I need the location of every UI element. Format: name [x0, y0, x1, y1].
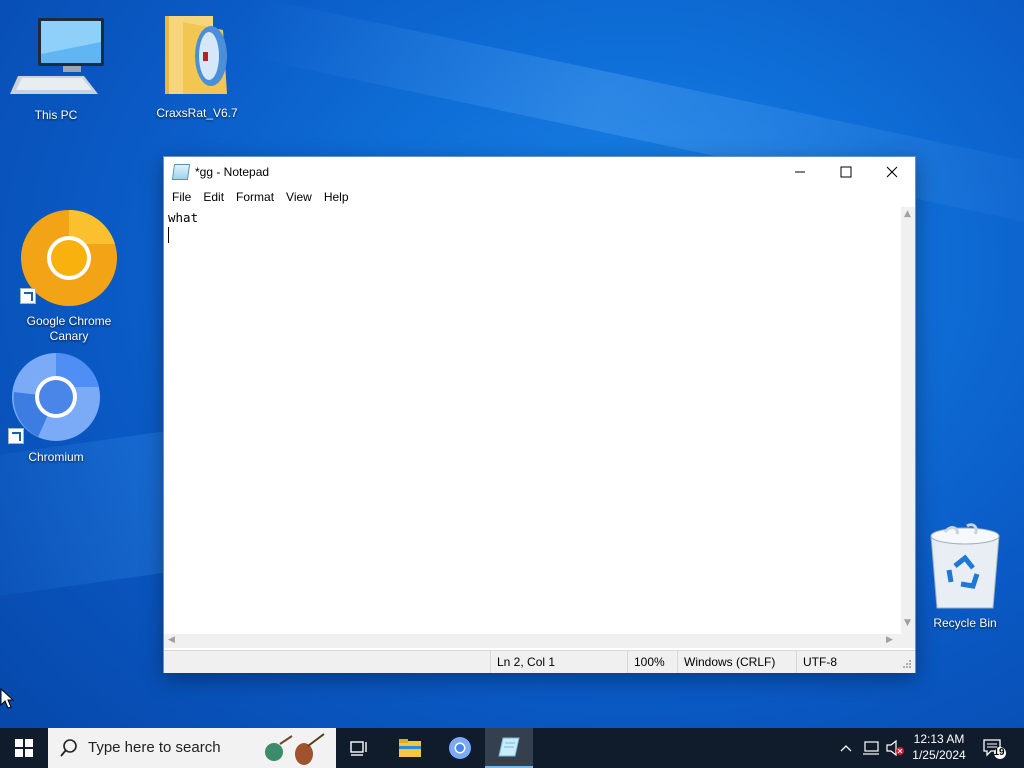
desktop-icon-recycle-bin[interactable]: Recycle Bin	[917, 522, 1013, 631]
taskbar: Type here to search 12:13 AM 1/25/2024 1…	[0, 728, 1024, 768]
taskbar-clock[interactable]: 12:13 AM 1/25/2024	[900, 731, 978, 763]
desktop-icon-chromium[interactable]: Chromium	[8, 352, 104, 465]
chromium-icon	[449, 737, 471, 759]
task-view-button[interactable]	[336, 728, 384, 768]
notepad-app-icon	[171, 164, 191, 180]
status-bar: Ln 2, Col 1 100% Windows (CRLF) UTF-8	[164, 650, 915, 673]
scroll-up-icon[interactable]: ▲	[904, 209, 911, 219]
notepad-window[interactable]: *gg - Notepad File Edit Format View Help…	[163, 156, 916, 673]
task-view-icon	[350, 741, 367, 756]
status-line-ending: Windows (CRLF)	[677, 651, 794, 673]
scroll-down-icon[interactable]: ▼	[904, 618, 911, 628]
menu-edit[interactable]: Edit	[197, 190, 230, 204]
chevron-up-icon	[840, 745, 852, 752]
network-icon	[863, 741, 879, 755]
folder-icon	[165, 16, 227, 94]
clock-time: 12:13 AM	[913, 732, 965, 746]
editor-text: what	[168, 210, 199, 225]
computer-icon	[10, 18, 104, 94]
status-encoding: UTF-8	[796, 651, 903, 673]
title-bar[interactable]: *gg - Notepad	[164, 157, 915, 187]
menu-view[interactable]: View	[280, 190, 318, 204]
network-tray-button[interactable]	[860, 728, 882, 768]
status-zoom: 100%	[627, 651, 679, 673]
window-title: *gg - Notepad	[195, 165, 270, 179]
horizontal-scrollbar[interactable]: ◀ ▶	[164, 634, 901, 648]
action-center-button[interactable]: 19	[980, 728, 1008, 768]
desktop-icon-label: Canary	[49, 329, 89, 343]
text-editor-area[interactable]: what	[164, 207, 901, 634]
desktop-icon-label: Recycle Bin	[933, 616, 997, 630]
mouse-cursor-icon	[0, 688, 14, 709]
maximize-icon	[840, 166, 852, 178]
close-button[interactable]	[869, 157, 915, 187]
scroll-left-icon[interactable]: ◀	[168, 635, 175, 645]
taskbar-file-explorer[interactable]	[386, 728, 434, 768]
recycle-bin-icon	[930, 523, 1000, 609]
status-cursor-position: Ln 2, Col 1	[490, 651, 625, 673]
notepad-icon	[498, 737, 520, 757]
notification-count-badge: 19	[993, 747, 1005, 758]
minimize-icon	[795, 171, 805, 173]
shortcut-arrow-icon	[8, 428, 24, 444]
taskbar-search-box[interactable]: Type here to search	[48, 728, 336, 768]
scroll-right-icon[interactable]: ▶	[886, 635, 893, 645]
desktop-icon-chrome-canary[interactable]: Google Chrome Canary	[21, 208, 117, 344]
menu-file[interactable]: File	[166, 190, 197, 204]
menu-format[interactable]: Format	[230, 190, 280, 204]
file-explorer-icon	[399, 739, 421, 757]
text-caret	[168, 227, 169, 243]
clock-date: 1/25/2024	[912, 748, 966, 762]
start-button[interactable]	[0, 728, 48, 768]
desktop-icon-label: This PC	[34, 108, 78, 122]
minimize-button[interactable]	[777, 157, 823, 187]
vertical-scrollbar[interactable]: ▲ ▼	[901, 207, 915, 634]
taskbar-notepad[interactable]	[485, 728, 533, 768]
scrollbar-corner	[901, 634, 915, 648]
close-icon	[886, 166, 898, 178]
desktop-icon-label: Google Chrome	[26, 314, 112, 328]
desktop-icon-label: CraxsRat_V6.7	[156, 106, 238, 120]
desktop-icon-this-pc[interactable]: This PC	[8, 14, 104, 123]
desktop: This PC CraxsRat_V6.7 Google Chrome Cana…	[0, 0, 1024, 728]
taskbar-chromium[interactable]	[436, 728, 484, 768]
maximize-button[interactable]	[823, 157, 869, 187]
resize-grip-icon[interactable]	[902, 659, 912, 669]
shortcut-arrow-icon	[20, 288, 36, 304]
search-icon	[60, 739, 77, 757]
search-highlight-illustration-icon	[265, 733, 325, 765]
menu-help[interactable]: Help	[318, 190, 355, 204]
windows-logo-icon	[15, 739, 33, 757]
search-placeholder: Type here to search	[88, 739, 221, 756]
show-hidden-icons-button[interactable]	[836, 728, 856, 768]
desktop-icon-craxsrat-folder[interactable]: CraxsRat_V6.7	[149, 12, 245, 121]
menu-bar: File Edit Format View Help	[164, 187, 915, 207]
desktop-icon-label: Chromium	[28, 450, 84, 464]
